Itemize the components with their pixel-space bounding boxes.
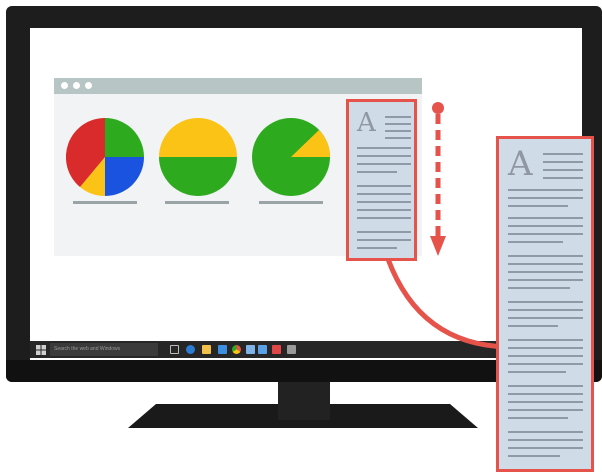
window-dot-1[interactable] — [61, 82, 68, 89]
taskbar-search-input[interactable]: Search the web and Windows — [50, 343, 158, 356]
document-glyph: A — [508, 144, 533, 184]
start-icon[interactable] — [36, 345, 46, 355]
document-panel-small[interactable]: A — [346, 99, 417, 261]
app-icon[interactable] — [246, 345, 255, 354]
store-icon[interactable] — [218, 345, 227, 354]
window-dot-3[interactable] — [85, 82, 92, 89]
pie-chart-2 — [159, 118, 237, 196]
window-titlebar — [54, 78, 422, 94]
pie-chart-3 — [252, 118, 330, 196]
monitor-stand-neck — [278, 382, 330, 420]
edge-icon[interactable] — [186, 345, 195, 354]
pie-chart-1 — [66, 118, 144, 196]
chrome-icon[interactable] — [232, 345, 241, 354]
app-icon[interactable] — [272, 345, 281, 354]
explorer-icon[interactable] — [202, 345, 211, 354]
window-dot-2[interactable] — [73, 82, 80, 89]
document-panel-expanded[interactable]: A — [496, 136, 594, 472]
scroll-arrow — [430, 102, 446, 256]
document-glyph: A — [357, 108, 376, 138]
pie-label-1 — [73, 201, 137, 204]
pie-label-2 — [165, 201, 229, 204]
pie-label-3 — [259, 201, 323, 204]
app-icon[interactable] — [258, 345, 267, 354]
app-icon[interactable] — [287, 345, 296, 354]
task-view-icon[interactable] — [170, 345, 179, 354]
